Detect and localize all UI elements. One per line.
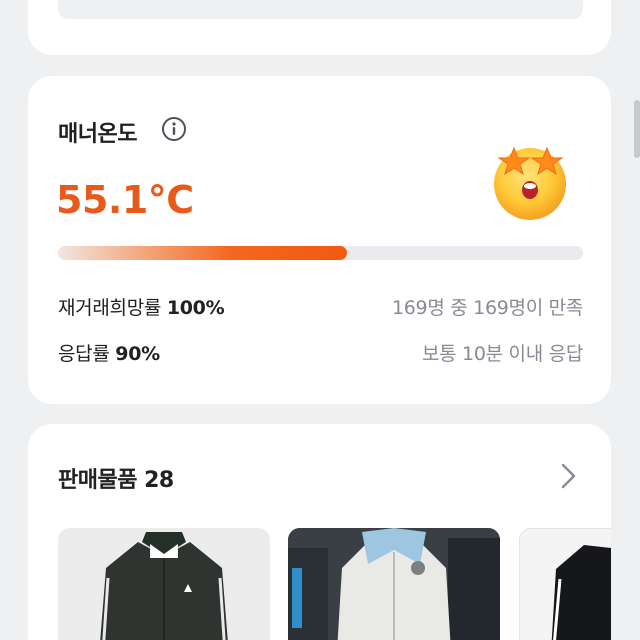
manner-temperature-bar-fill [58,246,348,260]
manner-title: 매너온도 [58,122,137,147]
rehire-rate-value: 100% [166,296,225,319]
previous-card [28,0,611,55]
previous-card-field [58,0,583,19]
scrollbar[interactable] [634,100,640,158]
info-icon[interactable] [161,116,187,142]
sales-items-title[interactable]: 판매물품 28 [58,462,174,494]
response-rate-detail: 보통 10분 이내 응답 [421,342,583,365]
rehire-rate-detail: 169명 중 169명이 만족 [391,296,583,319]
manner-temperature-card: 매너온도 55.1°C 재거래희망률 100% 169명 중 169명이 만족 [28,76,611,404]
rehire-rate-row: 재거래희망률 100% 169명 중 169명이 만족 [58,292,583,320]
product-thumbnail[interactable] [519,528,611,640]
product-thumbnail[interactable] [58,528,270,640]
response-rate: 응답률 90% [58,339,160,366]
rehire-rate: 재거래희망률 100% [58,293,225,320]
rehire-rate-label: 재거래희망률 [58,296,162,319]
response-rate-label: 응답률 [58,342,110,365]
manner-temperature-value: 55.1°C [56,178,194,222]
response-rate-row: 응답률 90% 보통 10분 이내 응답 [58,338,583,366]
manner-temperature-bar [58,246,583,260]
star-eyes-emoji-icon [494,146,566,220]
product-thumbnail[interactable] [288,528,500,640]
chevron-right-icon[interactable] [556,460,580,492]
response-rate-value: 90% [115,342,160,365]
sales-items-card[interactable]: 판매물품 28 [28,424,611,640]
